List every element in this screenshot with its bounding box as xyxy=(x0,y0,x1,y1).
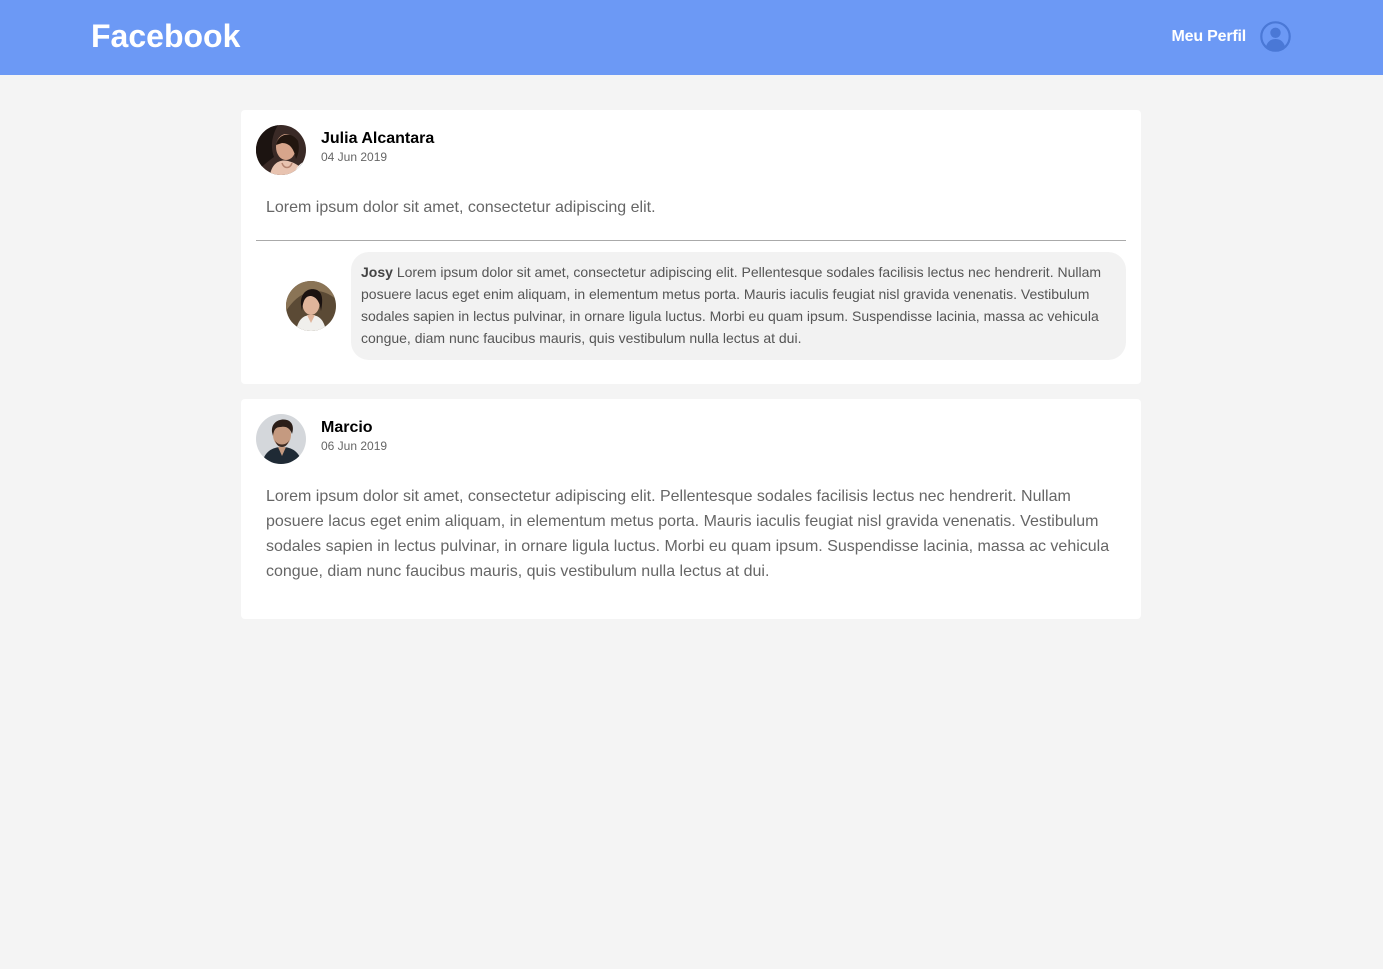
author-info: Marcio 06 Jun 2019 xyxy=(321,418,387,454)
author-avatar[interactable] xyxy=(256,414,306,464)
post-feed: Julia Alcantara 04 Jun 2019 Lorem ipsum … xyxy=(241,110,1141,634)
comment-bubble: Josy Lorem ipsum dolor sit amet, consect… xyxy=(351,252,1126,360)
top-bar: Facebook Meu Perfil xyxy=(0,0,1383,75)
post-header: Marcio 06 Jun 2019 xyxy=(256,414,1126,464)
author-name[interactable]: Marcio xyxy=(321,418,387,437)
author-avatar[interactable] xyxy=(256,125,306,175)
post-date: 06 Jun 2019 xyxy=(321,439,388,453)
facebook-logo[interactable]: Facebook xyxy=(91,17,240,55)
post-text: Lorem ipsum dolor sit amet, consectetur … xyxy=(266,199,656,216)
profile-link[interactable]: Meu Perfil xyxy=(1172,21,1291,52)
post-card: Marcio 06 Jun 2019 Lorem ipsum dolor sit… xyxy=(241,399,1141,619)
post-date: 04 Jun 2019 xyxy=(321,150,388,164)
author-info: Julia Alcantara 04 Jun 2019 xyxy=(321,129,434,165)
post-card: Julia Alcantara 04 Jun 2019 Lorem ipsum … xyxy=(241,110,1141,384)
comment: Josy Lorem ipsum dolor sit amet, consect… xyxy=(256,252,1126,360)
post-header: Julia Alcantara 04 Jun 2019 xyxy=(256,125,1126,175)
author-name[interactable]: Julia Alcantara xyxy=(321,129,434,148)
post-text: Lorem ipsum dolor sit amet, consectetur … xyxy=(266,488,1110,580)
comment-divider xyxy=(256,240,1126,241)
profile-label[interactable]: Meu Perfil xyxy=(1172,28,1247,46)
user-circle-icon[interactable] xyxy=(1260,21,1291,52)
commenter-avatar[interactable] xyxy=(286,281,336,331)
comment-author[interactable]: Josy xyxy=(361,264,393,280)
comment-text: Lorem ipsum dolor sit amet, consectetur … xyxy=(361,264,1102,346)
